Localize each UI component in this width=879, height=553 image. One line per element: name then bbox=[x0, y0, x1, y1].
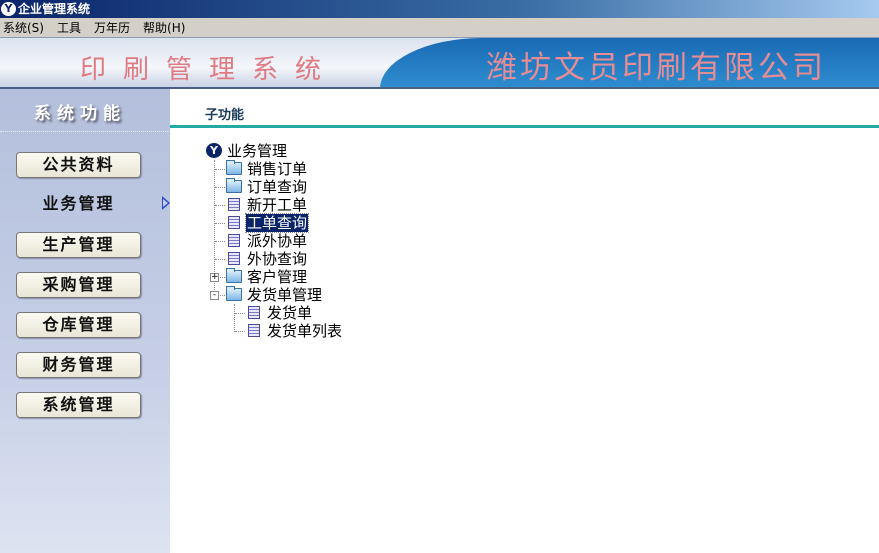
company-name: 潍坊文员印刷有限公司 bbox=[486, 50, 826, 86]
sidebar-item-purchase[interactable]: 采购管理 bbox=[16, 272, 141, 298]
root-logo-icon: Y bbox=[206, 143, 222, 158]
window-title: 企业管理系统 bbox=[18, 2, 91, 16]
menu-tools[interactable]: 工具 bbox=[57, 21, 81, 35]
menu-help[interactable]: 帮助(H) bbox=[143, 21, 185, 35]
app-logo-icon: Y bbox=[1, 2, 16, 16]
content-panel: 子功能 Y 业务管理 销售订单 订单查询 新开工单 工单查询 派外协单 外协查询… bbox=[170, 98, 879, 553]
collapse-icon[interactable]: - bbox=[210, 291, 219, 300]
sidebar-divider bbox=[0, 131, 170, 132]
title-bar: Y 企业管理系统 bbox=[0, 0, 879, 18]
sidebar-item-production[interactable]: 生产管理 bbox=[16, 232, 141, 258]
tree-node-label: 订单查询 bbox=[247, 178, 308, 196]
sidebar-item-warehouse[interactable]: 仓库管理 bbox=[16, 312, 141, 338]
tree-line bbox=[234, 304, 235, 332]
tree-node-label: 外协查询 bbox=[247, 250, 308, 268]
tree-node-label: 业务管理 bbox=[227, 142, 288, 160]
sidebar-item-business[interactable]: 业务管理 bbox=[16, 192, 141, 218]
menu-system[interactable]: 系统(S) bbox=[3, 21, 44, 35]
system-name: 印刷管理系统 bbox=[80, 55, 339, 85]
banner: 印刷管理系统 潍坊文员印刷有限公司 bbox=[0, 38, 879, 89]
expand-icon[interactable]: + bbox=[210, 273, 219, 282]
tree-node-label: 发货单 bbox=[267, 304, 313, 322]
tree-node-label: 销售订单 bbox=[247, 160, 308, 178]
document-icon bbox=[228, 252, 240, 265]
sidebar-item-system[interactable]: 系统管理 bbox=[16, 392, 141, 418]
tree-node-label: 工单查询 bbox=[244, 213, 310, 233]
menu-calendar[interactable]: 万年历 bbox=[94, 21, 130, 35]
document-icon bbox=[248, 324, 260, 337]
menu-bar: 系统(S) 工具 万年历 帮助(H) bbox=[0, 18, 879, 38]
folder-icon bbox=[226, 160, 242, 175]
tree-node-label: 派外协单 bbox=[247, 232, 308, 250]
tree-node-label: 发货单管理 bbox=[247, 286, 323, 304]
sidebar: 系统功能 公共资料 业务管理 生产管理 采购管理 仓库管理 财务管理 系统管理 bbox=[0, 89, 170, 553]
active-arrow-icon bbox=[162, 196, 170, 210]
sidebar-item-public-data[interactable]: 公共资料 bbox=[16, 152, 141, 178]
document-icon bbox=[228, 216, 240, 229]
tree-node-label: 新开工单 bbox=[247, 196, 308, 214]
tree-node-label: 客户管理 bbox=[247, 268, 308, 286]
folder-icon bbox=[226, 178, 242, 193]
sidebar-title: 系统功能 bbox=[34, 104, 126, 124]
document-icon bbox=[248, 306, 260, 319]
document-icon bbox=[228, 198, 240, 211]
panel-divider bbox=[170, 125, 879, 128]
folder-open-icon bbox=[226, 286, 242, 301]
document-icon bbox=[228, 234, 240, 247]
tree-node-label: 发货单列表 bbox=[267, 322, 343, 340]
folder-icon bbox=[226, 268, 242, 283]
sidebar-item-finance[interactable]: 财务管理 bbox=[16, 352, 141, 378]
panel-title: 子功能 bbox=[205, 108, 245, 123]
